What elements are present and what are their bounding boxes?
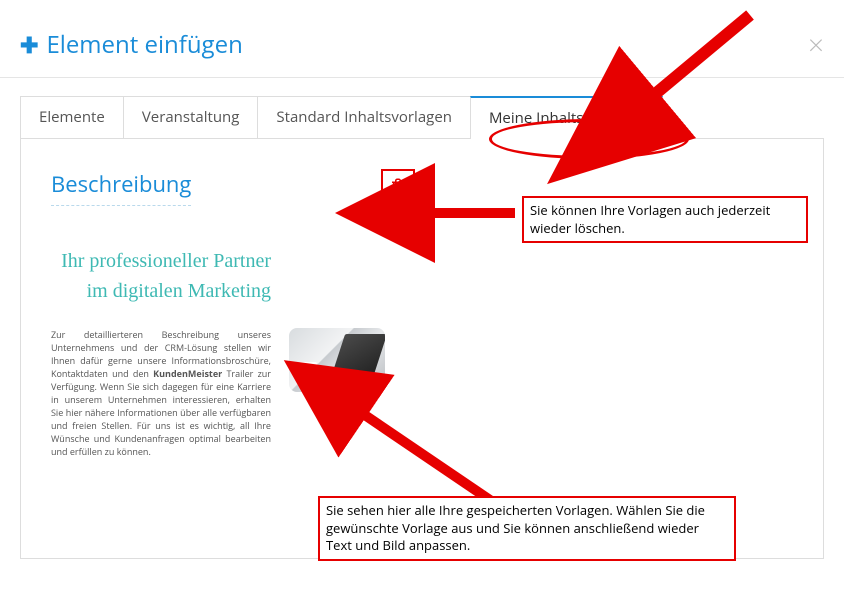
preview-body-bold: KundenMeister	[153, 367, 222, 380]
tab-elemente[interactable]: Elemente	[20, 96, 124, 138]
tab-label: Standard Inhaltsvorlagen	[276, 107, 452, 127]
tab-panel: Beschreibung Ihr professioneller Partner…	[20, 139, 824, 559]
tab-veranstaltung[interactable]: Veranstaltung	[123, 96, 259, 138]
trash-icon	[389, 177, 407, 195]
template-name[interactable]: Beschreibung	[51, 169, 191, 206]
preview-body-post: Trailer zur Verfügung. Wenn Sie sich dag…	[51, 367, 271, 458]
close-button[interactable]: ×	[808, 31, 824, 59]
delete-template-button[interactable]	[381, 169, 415, 203]
tab-bar: Elemente Veranstaltung Standard Inhaltsv…	[20, 96, 824, 139]
tab-label: Elemente	[39, 107, 105, 127]
template-preview-image	[289, 328, 385, 392]
tab-label: Veranstaltung	[142, 107, 240, 127]
tab-standard-inhaltsvorlagen[interactable]: Standard Inhaltsvorlagen	[257, 96, 471, 138]
modal-title: ✚ Element einfügen	[20, 28, 243, 61]
tab-meine-inhaltsvorlagen[interactable]: Meine Inhaltsvorlagen	[470, 96, 663, 138]
modal-title-text: Element einfügen	[46, 28, 242, 61]
template-preview-body: Zur detaillierteren Beschreibung unseres…	[51, 328, 271, 458]
template-preview-heading: Ihr professioneller Partner im digitalen…	[51, 246, 271, 306]
close-icon: ×	[808, 26, 824, 64]
tab-label: Meine Inhaltsvorlagen	[489, 108, 644, 128]
plus-icon: ✚	[20, 30, 38, 60]
